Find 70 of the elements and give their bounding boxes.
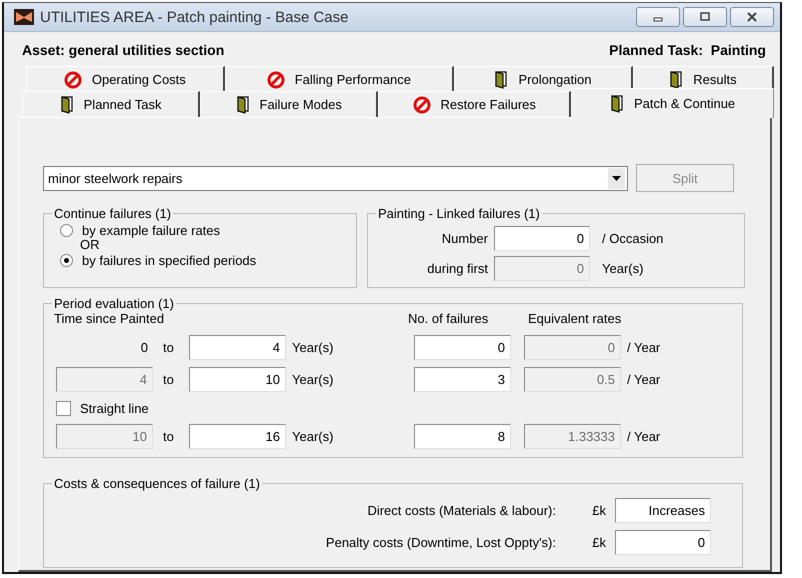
tab[interactable]: Patch & Continue [571, 88, 774, 118]
input-field[interactable]: Increases [615, 498, 711, 523]
to-label: to [162, 372, 175, 387]
field-label: Direct costs (Materials & labour): [366, 503, 556, 518]
unit-label: / Year [626, 372, 662, 387]
tab[interactable]: Falling Performance [224, 66, 454, 92]
input-field[interactable]: 4 [189, 335, 286, 360]
or-label: OR [79, 239, 100, 251]
rate-field: 0.5 [524, 367, 621, 392]
radio-button[interactable] [60, 254, 73, 266]
unit-label: Year(s) [291, 429, 334, 444]
currency-label: £k [591, 503, 607, 518]
input-field[interactable]: 8 [414, 424, 511, 449]
radio-button[interactable] [60, 224, 73, 236]
tab[interactable]: Prolongation [454, 66, 633, 92]
to-label: to [162, 340, 175, 355]
input-field[interactable]: 0 [414, 335, 511, 360]
period-start: 0 [140, 340, 149, 355]
unit-label: Year(s) [291, 372, 334, 387]
unit-label: Year(s) [291, 340, 334, 355]
group-title: Costs & consequences of failure (1) [53, 476, 261, 491]
group-title: Continue failures (1) [53, 206, 172, 221]
group-title: Period evaluation (1) [53, 296, 175, 311]
field-label: Penalty costs (Downtime, Lost Oppty's): [324, 535, 556, 550]
window-title: UTILITIES AREA - Patch painting - Base Case [40, 8, 350, 26]
rate-field: 1.33333 [524, 424, 621, 449]
door-icon [669, 70, 684, 88]
input-field[interactable]: 3 [414, 367, 511, 392]
asset-label: Asset: general utilities section [22, 42, 224, 58]
failure-mode-dropdown[interactable]: minor steelwork repairs [43, 166, 628, 190]
currency-label: £k [591, 535, 607, 550]
radio-option[interactable]: by example failure rates [56, 221, 346, 239]
column-header: Equivalent rates [528, 311, 622, 326]
door-icon [494, 70, 508, 88]
input-field[interactable]: 10 [56, 424, 153, 449]
field-label: Number [440, 231, 488, 246]
input-field[interactable]: 10 [189, 367, 286, 392]
tab[interactable]: Restore Failures [378, 91, 572, 117]
door-icon [236, 96, 250, 114]
close-icon [746, 12, 758, 22]
door-icon [60, 96, 74, 114]
maximize-button[interactable] [683, 7, 727, 27]
unit-label: / Occasion [601, 231, 664, 246]
input-field[interactable]: 16 [189, 424, 286, 449]
radio-option[interactable]: by failures in specified periods [56, 251, 346, 269]
field-label: during first [426, 261, 488, 276]
maximize-icon [699, 12, 711, 22]
input-field[interactable]: 0 [494, 226, 590, 251]
input-field[interactable]: 4 [56, 367, 153, 392]
tab[interactable]: Operating Costs [26, 66, 225, 92]
to-label: to [162, 429, 175, 444]
tab[interactable]: Failure Modes [200, 91, 378, 117]
input-field[interactable]: 0 [615, 530, 711, 555]
rate-field: 0 [524, 335, 621, 360]
minimize-button[interactable] [636, 7, 680, 27]
checkbox-option[interactable]: Straight line [56, 399, 732, 417]
planned-task-label: Planned Task: Painting [609, 42, 766, 58]
door-icon [610, 94, 624, 112]
tab[interactable]: Planned Task [22, 91, 200, 117]
app-icon [14, 9, 34, 25]
unit-label: Year(s) [601, 261, 644, 276]
unit-label: / Year [626, 340, 662, 355]
prohibited-icon [412, 96, 431, 114]
close-button[interactable] [730, 7, 774, 27]
group-title: Painting - Linked failures (1) [377, 206, 541, 221]
prohibited-icon [64, 70, 82, 88]
checkbox[interactable] [56, 400, 71, 416]
prohibited-icon [266, 70, 285, 88]
unit-label: / Year [626, 429, 662, 444]
column-header: No. of failures [408, 311, 490, 326]
